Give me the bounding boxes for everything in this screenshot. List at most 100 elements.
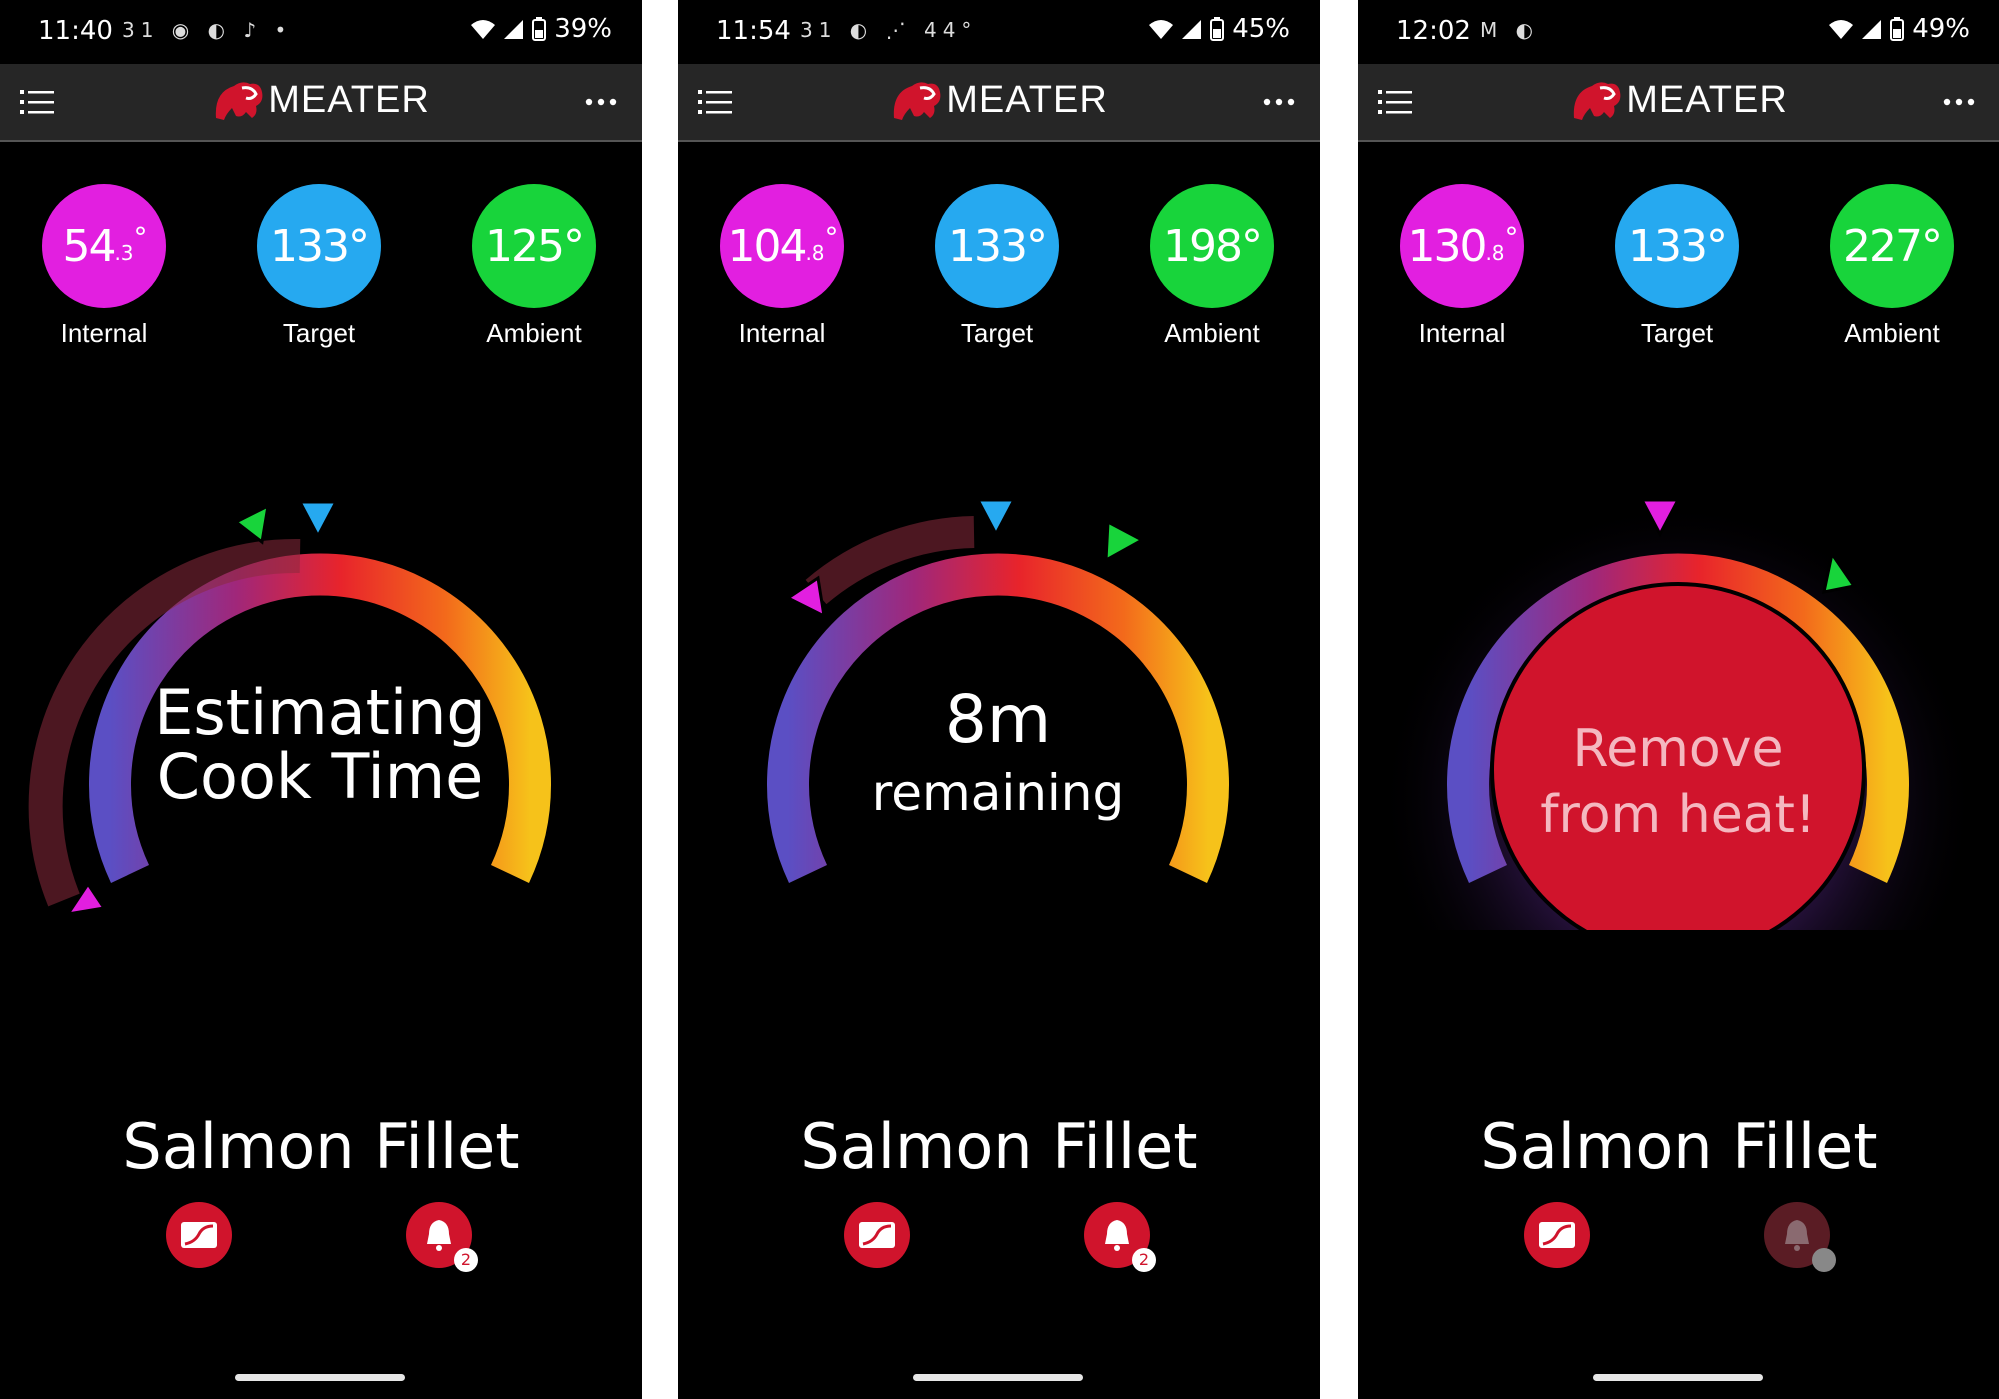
ambient-temp-value: 198° [1150, 184, 1274, 308]
app-logo: MEATER [0, 78, 642, 122]
internal-temp[interactable]: 104.8 ° Internal [720, 184, 844, 349]
app-bar: MEATER [678, 64, 1320, 142]
internal-temp-decimal: .8 [1485, 241, 1505, 265]
internal-temp-whole: 104 [727, 220, 807, 272]
status-bar: 11:54 31 ◐ ⋰ 44° 45% [678, 0, 1320, 64]
ambient-marker [1104, 519, 1146, 563]
battery-percent: 49% [1912, 14, 1970, 44]
wifi-icon [1149, 20, 1174, 39]
target-temp-value: 133° [257, 184, 381, 308]
wifi-icon [471, 20, 496, 39]
wifi-icon [1829, 20, 1854, 39]
phone-screen-1: 11:40 31 ◉ ◐ ♪ • 39% MEATER 54.3 ° Inter… [0, 0, 642, 1399]
target-label: Target [960, 318, 1034, 348]
app-title: MEATER [1626, 78, 1788, 121]
ambient-temp-value: 125° [472, 184, 596, 308]
center-status-line2: remaining [872, 764, 1124, 822]
internal-temp-degree: ° [133, 220, 148, 254]
alerts-badge: 2 [454, 1248, 478, 1272]
alerts-button[interactable]: 2 [406, 1202, 478, 1272]
bell-icon [427, 1220, 451, 1251]
internal-temp[interactable]: 130.8 ° Internal [1400, 184, 1524, 349]
status-right: 45% [1148, 14, 1290, 44]
target-temp[interactable]: 133° Target [257, 184, 381, 349]
graph-button[interactable] [844, 1202, 910, 1268]
notification-icons: M ◐ [1480, 18, 1540, 42]
battery-icon [1210, 17, 1225, 41]
internal-temp[interactable]: 54.3 ° Internal [42, 184, 166, 349]
phone-screen-3: 12:02 M ◐ 49% MEATER 130.8 ° Internal 13… [1358, 0, 1999, 1399]
target-marker [975, 498, 1017, 538]
center-status-line2: Cook Time [157, 740, 484, 813]
notification-icons: 31 ◉ ◐ ♪ • [122, 18, 293, 42]
alerts-button[interactable]: 2 [1084, 1202, 1156, 1272]
more-icon[interactable] [1942, 88, 1976, 116]
internal-temp-circle: 130.8 ° [1400, 184, 1524, 308]
internal-temp-whole: 54 [62, 220, 116, 272]
ambient-label: Ambient [1844, 318, 1940, 348]
home-indicator[interactable] [1593, 1374, 1763, 1381]
phone-screen-2: 11:54 31 ◐ ⋰ 44° 45% MEATER 104.8 ° Inte… [678, 0, 1320, 1399]
status-bar: 12:02 M ◐ 49% [1358, 0, 1999, 64]
battery-percent: 39% [554, 14, 612, 44]
more-icon[interactable] [584, 88, 618, 116]
center-status-line1: Estimating [154, 676, 486, 749]
app-title: MEATER [268, 78, 430, 121]
meater-logo-icon [216, 82, 263, 120]
home-indicator[interactable] [235, 1374, 405, 1381]
center-status-line1: Remove [1572, 719, 1783, 779]
app-logo: MEATER [1358, 78, 1999, 122]
food-name: Salmon Fillet [800, 1110, 1198, 1183]
target-temp-value: 133° [1615, 184, 1739, 308]
status-right: 49% [1828, 14, 1970, 44]
graph-icon [1539, 1222, 1575, 1248]
signal-icon [1182, 20, 1202, 39]
graph-icon [859, 1222, 895, 1248]
app-bar: MEATER [0, 64, 642, 142]
ambient-temp[interactable]: 125° Ambient [472, 184, 596, 349]
ambient-temp[interactable]: 227° Ambient [1830, 184, 1954, 349]
ambient-label: Ambient [486, 318, 582, 348]
graph-button[interactable] [1524, 1202, 1590, 1268]
target-temp[interactable]: 133° Target [1615, 184, 1739, 349]
internal-temp-degree: ° [1504, 220, 1519, 254]
alerts-badge: 2 [1132, 1248, 1156, 1272]
status-right: 39% [470, 14, 612, 44]
internal-temp-decimal: .3 [114, 241, 134, 265]
notification-icons: 31 ◐ ⋰ 44° [800, 18, 978, 42]
status-time: 12:02 [1396, 16, 1471, 46]
app-title: MEATER [946, 78, 1108, 121]
ambient-marker [233, 503, 270, 545]
more-icon[interactable] [1262, 88, 1296, 116]
target-temp[interactable]: 133° Target [935, 184, 1059, 349]
internal-marker [785, 575, 826, 619]
target-temp-value: 133° [935, 184, 1059, 308]
internal-temp-circle: 54.3 ° [42, 184, 166, 308]
bell-icon [1785, 1220, 1809, 1251]
home-indicator[interactable] [913, 1374, 1083, 1381]
ambient-temp[interactable]: 198° Ambient [1150, 184, 1274, 349]
target-marker [297, 500, 339, 540]
food-name: Salmon Fillet [1480, 1110, 1878, 1183]
battery-percent: 45% [1232, 14, 1290, 44]
status-time: 11:54 [716, 16, 791, 46]
app-logo: MEATER [678, 78, 1320, 122]
internal-temp-whole: 130 [1407, 220, 1487, 272]
battery-icon [1890, 17, 1905, 41]
graph-button[interactable] [166, 1202, 232, 1268]
target-label: Target [1640, 318, 1714, 348]
signal-icon [1862, 20, 1882, 39]
bell-icon [1105, 1220, 1129, 1251]
target-label: Target [282, 318, 356, 348]
cook-progress-gauge: 8m remaining [767, 498, 1229, 883]
internal-label: Internal [60, 318, 148, 348]
ambient-temp-value: 227° [1830, 184, 1954, 308]
internal-label: Internal [1418, 318, 1506, 348]
alerts-button[interactable] [1764, 1202, 1836, 1272]
internal-temp-degree: ° [824, 220, 839, 254]
alerts-badge [1812, 1248, 1836, 1272]
internal-label: Internal [738, 318, 826, 348]
internal-temp-decimal: .8 [805, 241, 825, 265]
signal-icon [504, 20, 524, 39]
meater-logo-icon [1574, 82, 1621, 120]
